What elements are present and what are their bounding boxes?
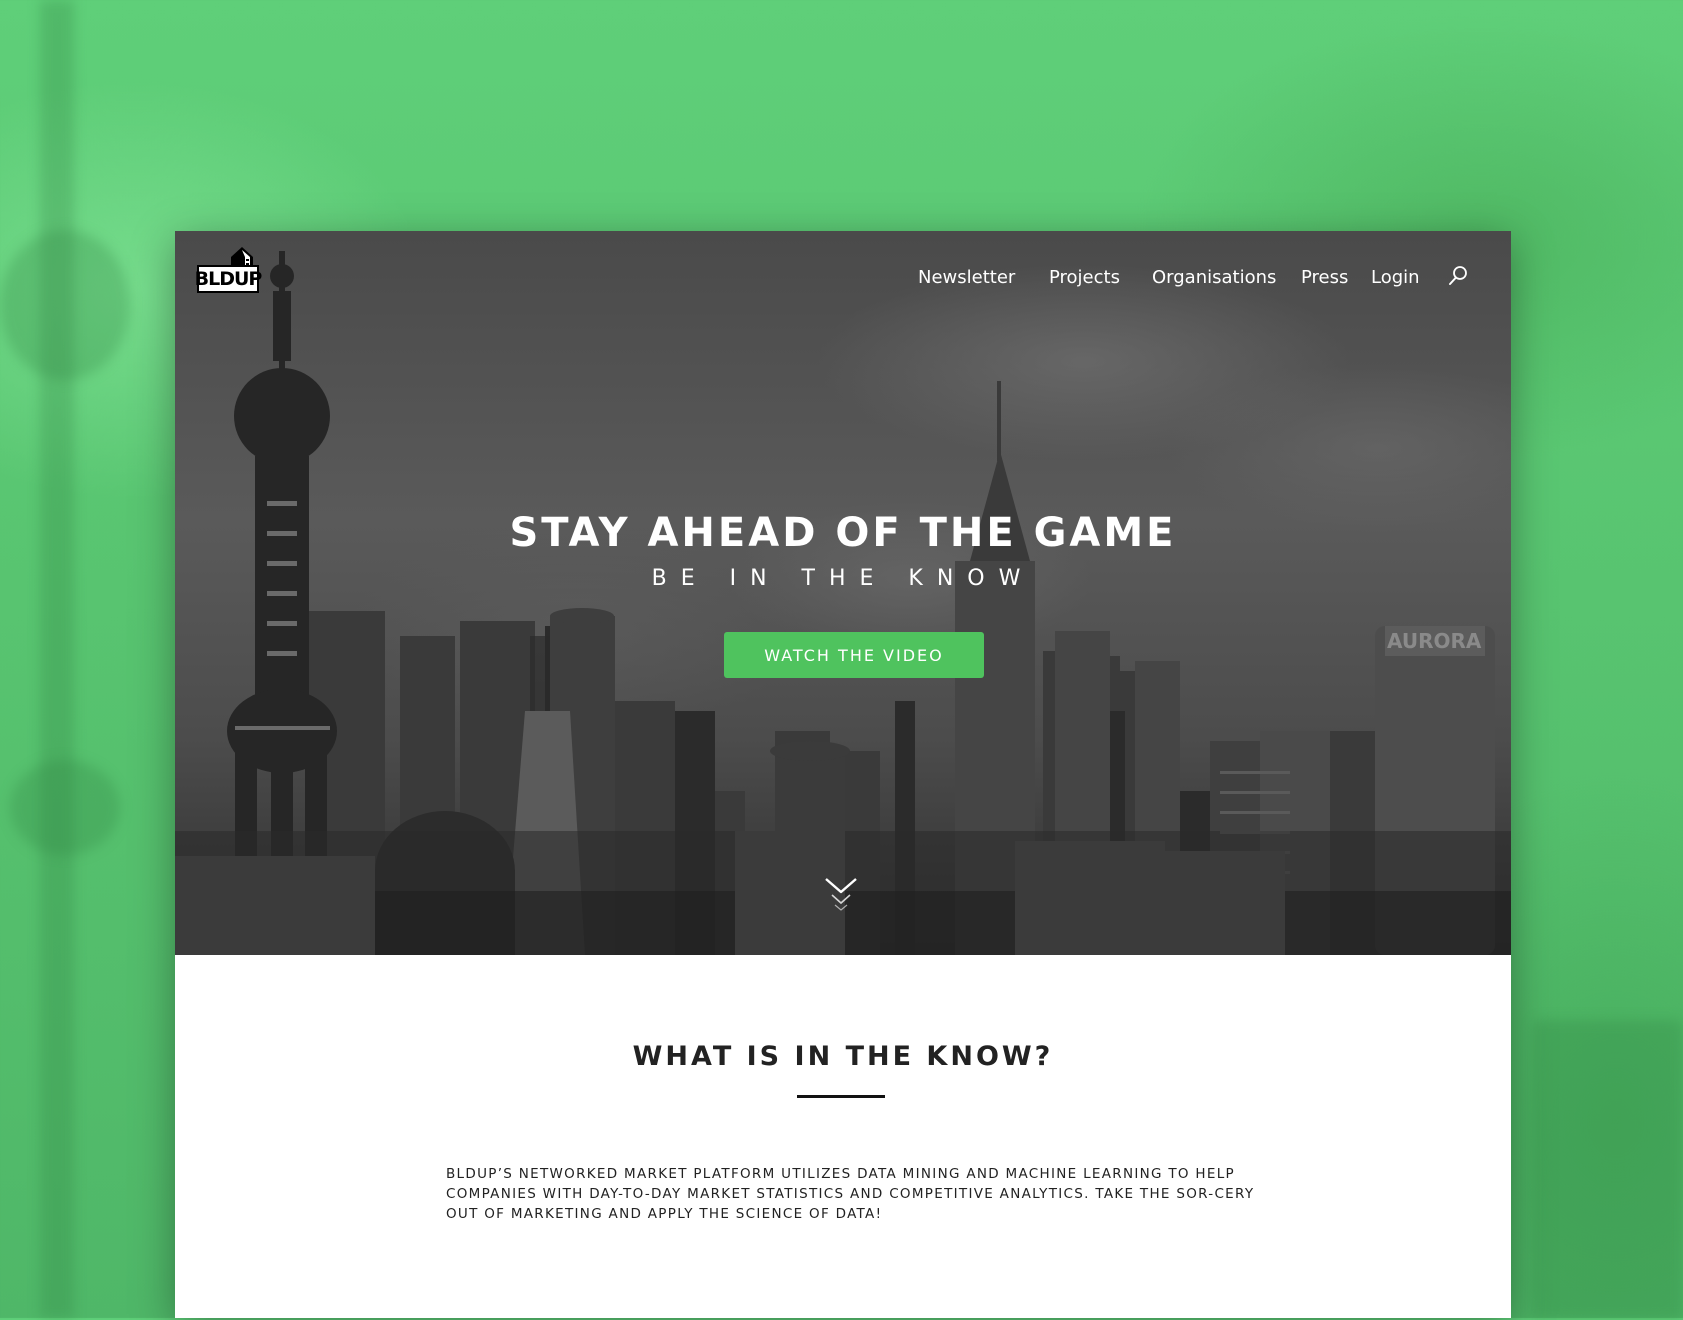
- main-navigation: Newsletter Projects Organisations Press …: [175, 265, 1511, 291]
- aurora-building-sign: AURORA: [1387, 629, 1482, 653]
- backdrop-tower-shaft: [40, 0, 74, 1318]
- chevron-down-icon[interactable]: [824, 875, 858, 913]
- hero-title: STAY AHEAD OF THE GAME: [509, 510, 1177, 556]
- about-heading-bold: IN THE KNOW?: [794, 1041, 1054, 1072]
- search-icon[interactable]: [1447, 263, 1471, 287]
- backdrop-tower-sphere-lower: [10, 760, 120, 855]
- heading-divider: [797, 1095, 885, 1098]
- nav-projects[interactable]: Projects: [1049, 265, 1120, 291]
- nav-organisations[interactable]: Organisations: [1152, 265, 1276, 291]
- about-heading-light: WHAT IS: [632, 1041, 795, 1072]
- backdrop-tower-sphere: [0, 230, 130, 380]
- nav-press[interactable]: Press: [1301, 265, 1348, 291]
- hero-section: AURORA BLDUP Newsletter Projects Organis…: [175, 231, 1511, 955]
- backdrop-building: [1533, 1020, 1683, 1320]
- website-mockup: AURORA BLDUP Newsletter Projects Organis…: [175, 231, 1511, 1318]
- nav-newsletter[interactable]: Newsletter: [918, 265, 1015, 291]
- about-heading: WHAT IS IN THE KNOW?: [175, 1039, 1511, 1075]
- watch-video-button[interactable]: WATCH THE VIDEO: [724, 632, 984, 678]
- hero-subtitle: BE IN THE KNOW: [651, 566, 1035, 591]
- about-body-text: BLDUP’S NETWORKED MARKET PLATFORM UTILIZ…: [446, 1166, 1255, 1222]
- nav-login[interactable]: Login: [1371, 265, 1420, 291]
